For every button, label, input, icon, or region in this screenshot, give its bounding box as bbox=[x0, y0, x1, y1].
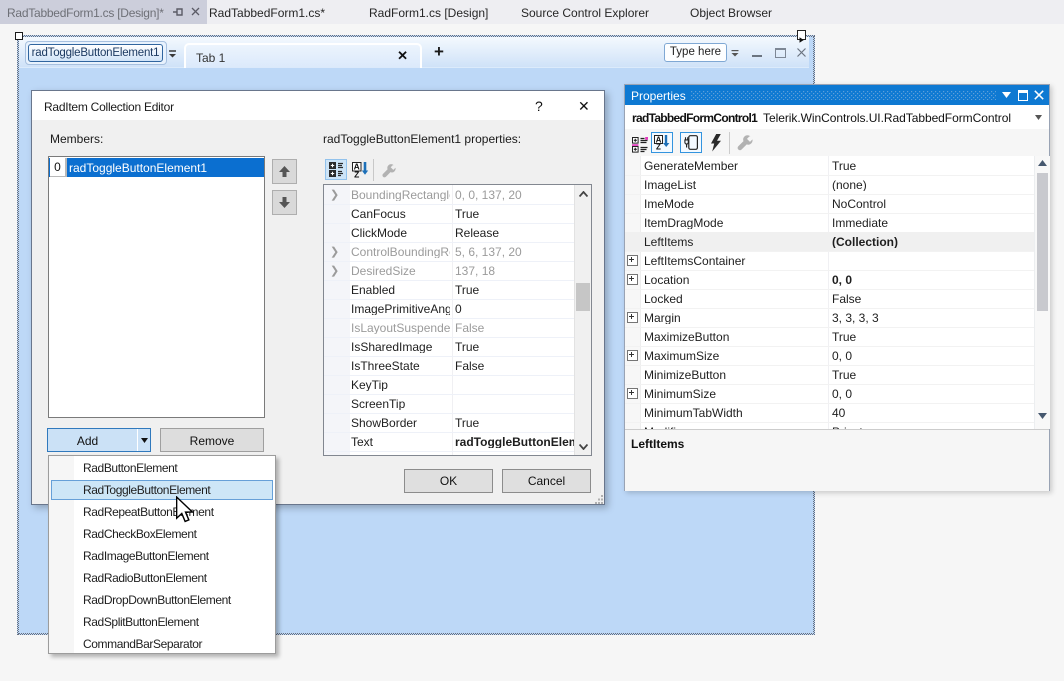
svg-text:Z: Z bbox=[656, 143, 661, 150]
svg-text:Z: Z bbox=[354, 170, 359, 178]
